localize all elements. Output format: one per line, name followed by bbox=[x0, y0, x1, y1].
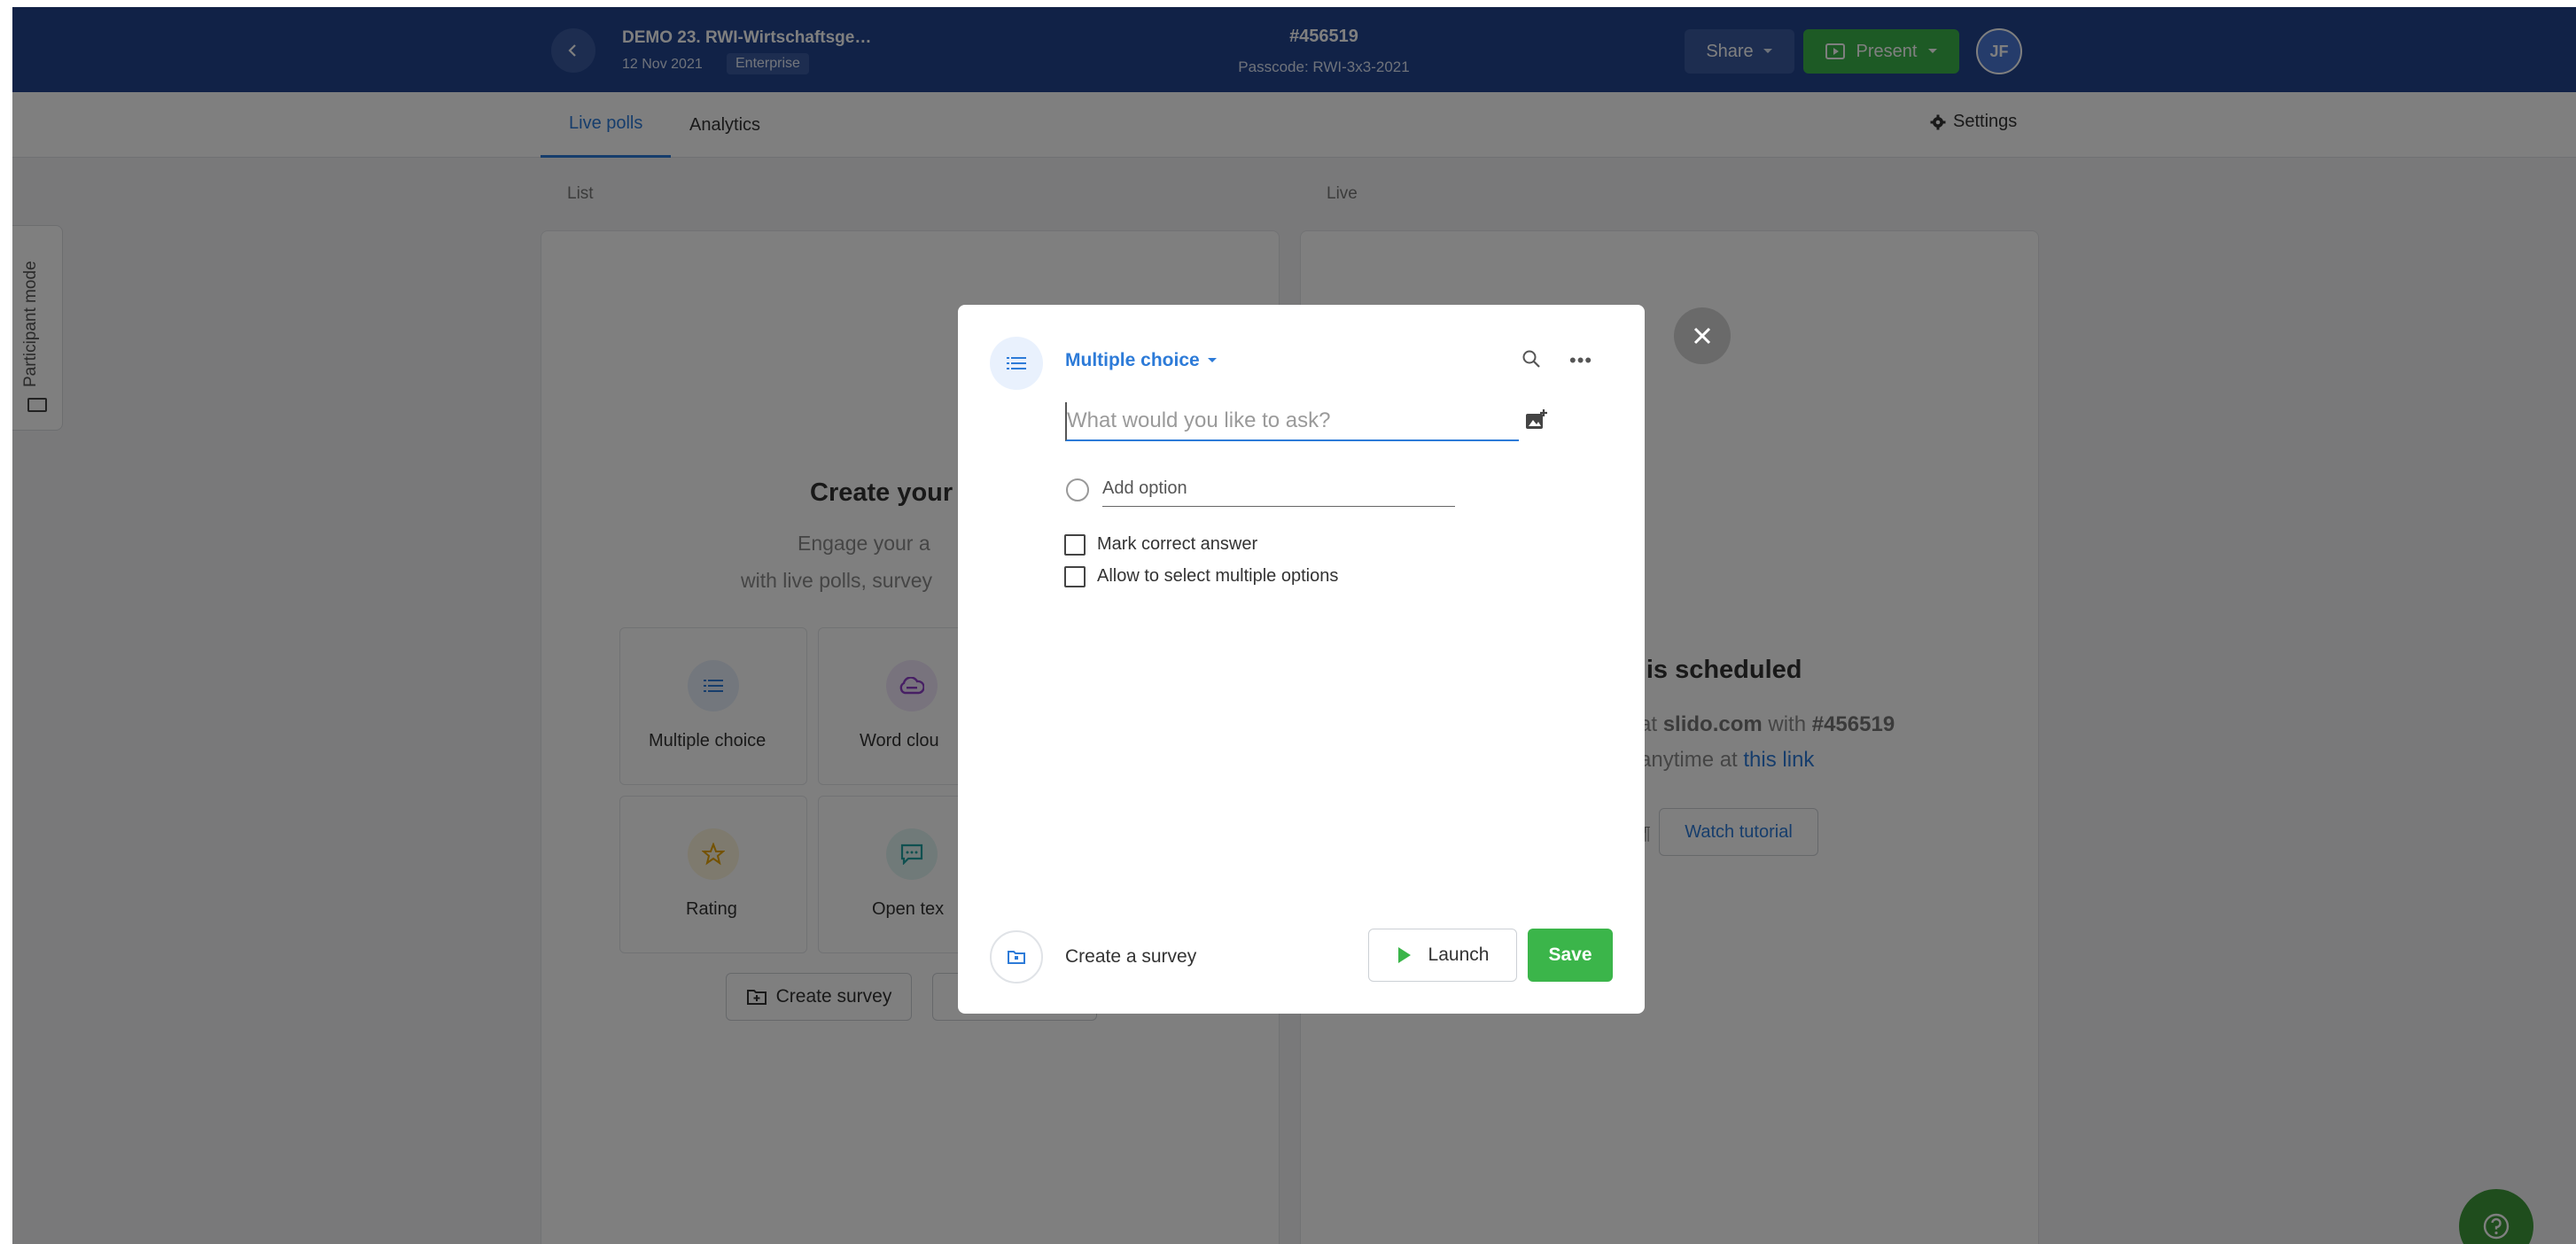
allow-multiple-label[interactable]: Allow to select multiple options bbox=[1097, 566, 1338, 587]
more-options-icon[interactable]: ••• bbox=[1569, 349, 1592, 372]
mark-correct-checkbox[interactable] bbox=[1064, 534, 1086, 556]
search-icon bbox=[1522, 350, 1540, 368]
list-icon bbox=[990, 337, 1043, 390]
option-radio bbox=[1066, 478, 1089, 501]
add-option-input[interactable] bbox=[1102, 471, 1455, 507]
mark-correct-label[interactable]: Mark correct answer bbox=[1097, 534, 1257, 555]
add-image-button[interactable] bbox=[1525, 409, 1548, 435]
play-icon bbox=[1397, 947, 1411, 963]
add-image-icon bbox=[1526, 409, 1547, 429]
folder-icon bbox=[1008, 951, 1025, 964]
launch-button[interactable]: Launch bbox=[1368, 929, 1517, 982]
search-button[interactable] bbox=[1521, 349, 1541, 373]
create-a-survey-link[interactable]: Create a survey bbox=[1065, 946, 1196, 968]
allow-multiple-checkbox[interactable] bbox=[1064, 566, 1086, 587]
save-button[interactable]: Save bbox=[1528, 929, 1613, 982]
create-survey-icon-button[interactable] bbox=[990, 930, 1043, 984]
app-page: DEMO 23. RWI-Wirtschaftsge… 12 Nov 2021 … bbox=[12, 7, 2576, 1244]
poll-type-dropdown[interactable]: Multiple choice bbox=[1065, 350, 1218, 371]
caret-down-icon bbox=[1207, 358, 1217, 362]
launch-label: Launch bbox=[1428, 945, 1490, 965]
poll-type-label: Multiple choice bbox=[1065, 350, 1200, 370]
question-input[interactable] bbox=[1065, 402, 1519, 441]
poll-editor-modal: Multiple choice ••• Mark correct answer … bbox=[958, 305, 1645, 1014]
close-icon bbox=[1693, 327, 1711, 345]
close-modal-button[interactable] bbox=[1674, 307, 1731, 364]
